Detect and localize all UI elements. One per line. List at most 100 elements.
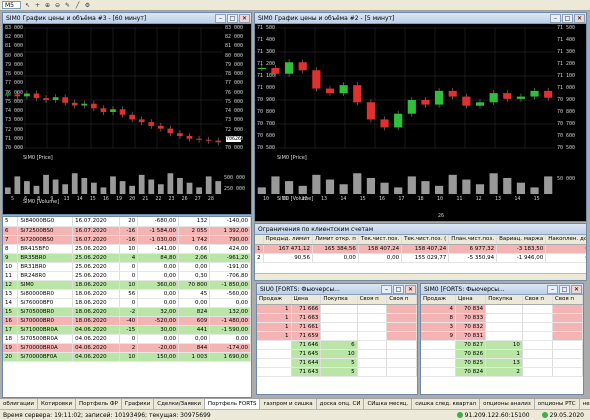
limits-titlebar[interactable]: Ограничения по клиентским счетам <box>255 224 586 235</box>
x-tick-label: 16 <box>379 196 386 202</box>
orderbook-siu0[interactable]: SIU0 [FORTS: Фьючерсы... – □ ✕ Продаж Цен… <box>256 283 418 395</box>
tab-5[interactable]: Портфель FORTS <box>204 399 261 409</box>
ob2-table[interactable]: Продаж Цена Покупка Своя п Своя п 4 70 834 8 70 … <box>421 295 583 377</box>
tab-0[interactable]: облигации <box>0 399 38 409</box>
table-row[interactable]: 13 Si80000BR0 18.06.2020 56 0,00 45 -560,00 <box>3 289 251 299</box>
chart-window-60min[interactable]: SIM0 График цены и объёма #3 - [60 минут… <box>2 12 252 215</box>
chart2-canvas[interactable]: 71 500 71 500 71 400 71 400 71 300 71 300 71 2… <box>255 24 586 221</box>
chart1-titlebar[interactable]: SIM0 График цены и объёма #3 - [60 минут… <box>3 13 251 24</box>
tab-9[interactable]: сишка след. квартал <box>412 399 481 409</box>
limits-header[interactable]: Тек.чист.поз. <box>358 235 403 245</box>
close-button[interactable]: ✕ <box>239 13 250 23</box>
table-row[interactable]: 5 Si84000BG0 16.07.2020 20 -680,00 132 -140,00 <box>3 217 251 227</box>
ob1-titlebar[interactable]: SIU0 [FORTS: Фьючерсы... – □ ✕ <box>257 284 417 295</box>
ob-buy-row[interactable]: 70 827 10 <box>421 340 583 350</box>
chart-window-5min[interactable]: SIM0 График цены и объёма #2 - [5 минут]… <box>254 12 587 222</box>
tab-8[interactable]: СИшка месяц. <box>364 399 413 409</box>
ob-sell-row[interactable]: 1 71 666 <box>257 304 417 314</box>
tab-10[interactable]: опционы анализ <box>480 399 535 409</box>
table-row[interactable]: 15 Si70500BR0 18.06.2020 -2 32,00 824 132,00 <box>3 307 251 317</box>
table-row[interactable]: 12 SIM0 18.06.2020 10 360,00 70 800 -1 850,00 <box>3 280 251 290</box>
ob-sell-row[interactable]: 4 70 834 <box>421 304 583 314</box>
volume-bar <box>530 187 539 194</box>
crosshair-icon[interactable]: + <box>34 2 41 9</box>
ob-buy-row[interactable]: 70 826 1 <box>421 349 583 359</box>
table-row[interactable]: 18 Si70500BR0A 04.06.2020 0 0,00 0,00 0,00 <box>3 334 251 344</box>
ob-header[interactable]: Продаж <box>257 295 292 305</box>
interval-combo[interactable]: M5 <box>2 1 21 9</box>
ob-sell-row[interactable]: 8 70 833 <box>421 313 583 323</box>
table-row[interactable]: 19 Si70000BR0A 04.06.2020 2 -20,00 844 -174,00 <box>3 343 251 353</box>
orderbook-sim0[interactable]: SIM0 [FORTS: Фьючерсы... – □ ✕ Продаж Цен… <box>420 283 584 395</box>
limits-window[interactable]: Ограничения по клиентским счетам Предыд.… <box>254 223 587 281</box>
close-button[interactable]: ✕ <box>571 284 582 294</box>
ob-header[interactable]: Цена <box>291 295 322 305</box>
tab-12[interactable]: нефть <box>580 399 590 409</box>
tab-11[interactable]: опционы РТС <box>535 399 580 409</box>
ob-header[interactable]: Своя п <box>357 295 388 305</box>
limits-header[interactable]: Тек.чист.поз. ( <box>401 235 450 245</box>
zoom-out-icon[interactable]: ⊖ <box>54 2 61 9</box>
table-row[interactable]: 6 Si72500BS0 16.07.2020 -16 -1 584,00 2 055 1 … <box>3 226 251 236</box>
ob-header[interactable]: Своя п <box>386 295 417 305</box>
close-button[interactable]: ✕ <box>574 13 585 23</box>
ob-buy-row[interactable]: 71 643 5 <box>257 367 417 377</box>
minimize-button[interactable]: – <box>547 284 558 294</box>
limits-scrollbar[interactable] <box>255 273 586 280</box>
ob-buy-row[interactable]: 70 824 2 <box>421 367 583 377</box>
maximize-button[interactable]: □ <box>562 13 573 23</box>
ob-header[interactable]: Своя п <box>522 295 553 305</box>
limits-header[interactable]: Вариац. маржа <box>496 235 547 245</box>
ob-header[interactable]: Своя п <box>552 295 583 305</box>
table-row[interactable]: 20 Si70000BF0A 04.06.2020 10 150,00 1 003 1 69… <box>3 352 251 362</box>
table-row[interactable]: 7 Si72000BS0 16.07.2020 -16 -1 030,00 1 742 79… <box>3 235 251 245</box>
limits-header[interactable]: План.чист.поз. <box>448 235 498 245</box>
table-row[interactable]: 16 Si70000BR0 18.06.2020 -40 -520,00 609 -1 48… <box>3 316 251 326</box>
ob-header[interactable]: Покупка <box>320 295 358 305</box>
ob1-table[interactable]: Продаж Цена Покупка Своя п Своя п 1 71 666 1 71 … <box>257 295 417 377</box>
chart2-titlebar[interactable]: SIM0 График цены и объёма #2 - [5 минут]… <box>255 13 586 24</box>
tab-1[interactable]: Котировки <box>38 399 77 409</box>
maximize-button[interactable]: □ <box>227 13 238 23</box>
ob-header[interactable]: Цена <box>455 295 487 305</box>
tab-6[interactable]: газпром и сишка <box>260 399 317 409</box>
ob-buy-row[interactable]: 71 646 6 <box>257 340 417 350</box>
table-row[interactable]: 14 Si76000BF0 18.06.2020 0 0,00 0,00 0,00 <box>3 298 251 308</box>
minimize-button[interactable]: – <box>215 13 226 23</box>
ob-buy-row[interactable]: 70 825 13 <box>421 358 583 368</box>
ob-header[interactable]: Продаж <box>421 295 456 305</box>
table-row[interactable]: 10 BR31BR0 25.06.2020 0 0,00 0,00 -191,00 <box>3 262 251 272</box>
line-icon[interactable]: ╱ <box>74 2 81 9</box>
ob2-titlebar[interactable]: SIM0 [FORTS: Фьючерсы... – □ ✕ <box>421 284 583 295</box>
table-row[interactable]: 8 BR415BF0 25.06.2020 10 -141,00 0,66 424,00 <box>3 244 251 254</box>
tab-7[interactable]: доска опц. СИ <box>317 399 365 409</box>
ob-sell-row[interactable]: 3 70 832 <box>421 322 583 332</box>
pencil-icon[interactable]: ✎ <box>64 2 71 9</box>
ob-buy-row[interactable]: 71 645 10 <box>257 349 417 359</box>
pointer-icon[interactable]: ↖ <box>24 2 31 9</box>
table-row[interactable]: 11 BR248R0 25.06.2020 0 0,00 0,30 -706,80 <box>3 271 251 281</box>
ob-sell-row[interactable]: 9 70 831 <box>421 331 583 341</box>
minimize-button[interactable]: – <box>550 13 561 23</box>
table-row[interactable]: 17 Si71000BR0A 04.06.2020 -15 30,00 441 -1 590… <box>3 325 251 335</box>
limits-header[interactable]: Лимит откр. п <box>312 235 359 245</box>
ob-buy-row[interactable]: 71 644 5 <box>257 358 417 368</box>
maximize-button[interactable]: □ <box>559 284 570 294</box>
tab-2[interactable]: Портфель ФР <box>76 399 122 409</box>
table-row[interactable]: 9 BR35BR0 25.06.2020 4 84,80 2,06 -961,20 <box>3 253 251 263</box>
gear-icon[interactable]: ⚙ <box>84 2 91 9</box>
zoom-in-icon[interactable]: ⊕ <box>44 2 51 9</box>
ob-header[interactable]: Покупка <box>485 295 523 305</box>
y-tick-label: 71 400 <box>257 37 276 43</box>
close-button[interactable]: ✕ <box>405 284 416 294</box>
tab-3[interactable]: Графики <box>122 399 155 409</box>
ob-sell-row[interactable]: 1 71 663 <box>257 313 417 323</box>
minimize-button[interactable]: – <box>381 284 392 294</box>
tab-4[interactable]: Сделки/Заявки <box>154 399 205 409</box>
chart1-canvas[interactable]: 83 000 83 000 82 000 82 000 81 000 81 000 80 0… <box>3 24 251 214</box>
limits-header[interactable]: Накоплен. доход <box>545 235 586 245</box>
maximize-button[interactable]: □ <box>393 284 404 294</box>
ob-sell-row[interactable]: 1 71 661 <box>257 322 417 332</box>
limits-header[interactable]: Предыд. лимит <box>263 235 313 245</box>
ob-sell-row[interactable]: 1 71 659 <box>257 331 417 341</box>
